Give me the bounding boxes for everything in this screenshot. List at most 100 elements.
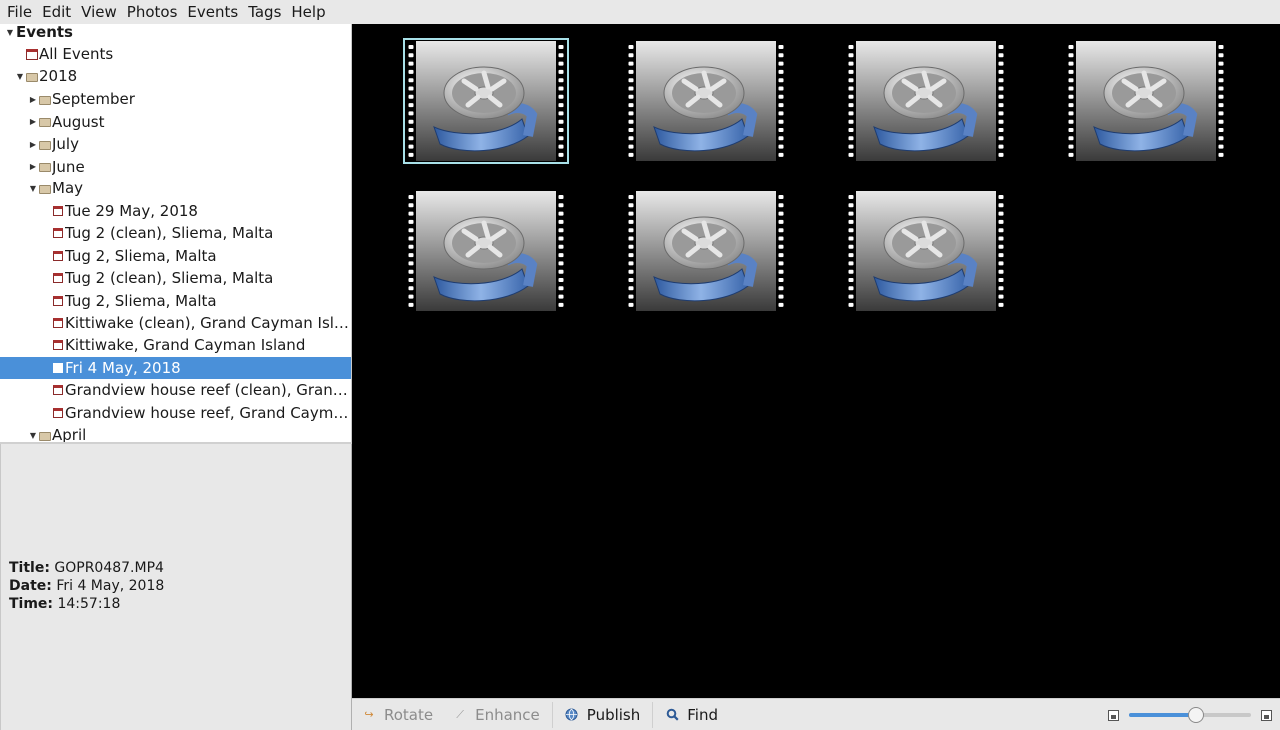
info-time-row: Time: 14:57:18	[9, 595, 120, 613]
info-title-label: Title:	[9, 560, 50, 576]
menu-photos[interactable]: Photos	[122, 1, 183, 23]
video-thumbnail[interactable]	[1064, 39, 1228, 163]
tree-item-label: June	[52, 157, 85, 176]
zoom-control	[1108, 699, 1272, 730]
toolbar-separator	[652, 701, 654, 728]
photo-grid	[352, 24, 1280, 698]
zoom-slider-fill	[1129, 713, 1197, 717]
event-list-item[interactable]: Tug 2 (clean), Sliema, Malta	[0, 222, 351, 244]
event-list-item[interactable]: Kittiwake, Grand Cayman Island	[0, 334, 351, 356]
enhance-label: Enhance	[475, 705, 540, 724]
tree-item-month-august[interactable]: ▶ August	[27, 111, 351, 133]
find-button[interactable]: Find	[655, 700, 728, 730]
info-title-row: Title: GOPR0487.MP4	[9, 559, 164, 577]
expander-right-icon[interactable]: ▶	[27, 93, 39, 105]
info-date-label: Date:	[9, 578, 52, 594]
zoom-slider-handle[interactable]	[1188, 707, 1205, 723]
video-thumbnail[interactable]	[404, 189, 568, 313]
tree-item-month-may[interactable]: ▼ May	[27, 177, 351, 199]
tree-item-year-2018[interactable]: ▼ 2018	[14, 65, 351, 87]
publish-globe-icon	[565, 708, 579, 722]
tree-item-label: 2018	[39, 67, 78, 85]
info-title-value: GOPR0487.MP4	[54, 560, 164, 576]
event-label: Tug 2 (clean), Sliema, Malta	[65, 224, 274, 243]
event-calendar-icon	[53, 295, 63, 306]
event-label: Grandview house reef (clean), Gran…	[65, 381, 348, 400]
expander-down-icon[interactable]: ▼	[27, 429, 39, 441]
video-thumbnail[interactable]	[844, 189, 1008, 313]
folder-icon	[39, 140, 51, 150]
event-list-item[interactable]: Tug 2 (clean), Sliema, Malta	[0, 267, 351, 289]
expander-down-icon[interactable]: ▼	[4, 26, 16, 38]
search-icon	[665, 708, 679, 722]
tree-header-events[interactable]: ▼ Events	[4, 24, 351, 43]
event-label: Tug 2 (clean), Sliema, Malta	[65, 269, 274, 288]
menu-view[interactable]: View	[76, 1, 122, 23]
find-label: Find	[687, 705, 718, 724]
video-thumbnail[interactable]	[624, 39, 788, 163]
toolbar-separator	[551, 701, 553, 728]
tree-item-month-july[interactable]: ▶ July	[27, 133, 351, 155]
bottom-toolbar: ↪ Rotate ⟋ Enhance Publish Find	[352, 698, 1280, 730]
publish-button[interactable]: Publish	[555, 700, 650, 730]
tree-item-all-events[interactable]: All Events	[26, 43, 351, 65]
tree-item-label: May	[52, 179, 84, 197]
enhance-button[interactable]: ⟋ Enhance	[443, 700, 550, 730]
tree-item-label: All Events	[39, 45, 114, 63]
menu-edit[interactable]: Edit	[37, 1, 76, 23]
tree-header-label: Events	[16, 24, 73, 41]
event-calendar-icon	[53, 206, 63, 216]
menu-tags[interactable]: Tags	[243, 1, 286, 23]
event-calendar-icon	[53, 340, 63, 351]
event-calendar-icon	[53, 228, 63, 239]
menu-events[interactable]: Events	[182, 1, 243, 23]
event-calendar-icon	[53, 250, 63, 261]
event-label: Grandview house reef, Grand Caym…	[65, 403, 349, 422]
event-list-item[interactable]: Kittiwake (clean), Grand Cayman Isl…	[0, 312, 351, 334]
tree-item-month-september[interactable]: ▶ September	[27, 88, 351, 110]
video-thumbnail[interactable]	[844, 39, 1008, 163]
tree-item-label: April	[52, 426, 87, 442]
menu-file[interactable]: File	[2, 1, 37, 23]
event-label: Kittiwake (clean), Grand Cayman Isl…	[65, 314, 349, 332]
event-calendar-icon	[53, 273, 63, 284]
event-list-item[interactable]: Fri 4 May, 2018	[0, 356, 351, 379]
tree-item-month-april[interactable]: ▼ April	[27, 424, 351, 442]
event-list-item[interactable]: Tug 2, Sliema, Malta	[0, 245, 351, 267]
menubar: File Edit View Photos Events Tags Help	[0, 0, 1280, 24]
rotate-button[interactable]: ↪ Rotate	[352, 700, 443, 730]
event-label: Tue 29 May, 2018	[65, 202, 198, 220]
folder-icon	[39, 118, 51, 127]
folder-icon	[39, 95, 51, 105]
tree-item-month-june[interactable]: ▶ June	[27, 156, 351, 178]
zoom-out-icon[interactable]	[1108, 709, 1119, 721]
zoom-in-icon[interactable]	[1261, 709, 1272, 721]
tree-item-label: August	[52, 112, 105, 131]
expander-right-icon[interactable]: ▶	[27, 138, 39, 150]
video-thumbnail[interactable]	[403, 38, 569, 164]
folder-icon	[26, 72, 38, 82]
metadata-panel: Title: GOPR0487.MP4 Date: Fri 4 May, 201…	[0, 444, 352, 730]
event-label: Kittiwake, Grand Cayman Island	[65, 336, 306, 355]
expander-right-icon[interactable]: ▶	[27, 161, 39, 173]
event-list-item[interactable]: Grandview house reef (clean), Gran…	[0, 379, 351, 401]
event-list-item[interactable]: Grandview house reef, Grand Caym…	[0, 402, 351, 424]
folder-icon	[39, 431, 51, 441]
expander-down-icon[interactable]: ▼	[14, 70, 26, 82]
event-label: Tug 2, Sliema, Malta	[65, 291, 217, 310]
event-calendar-icon	[53, 362, 63, 373]
info-time-label: Time:	[9, 596, 54, 612]
enhance-wand-icon: ⟋	[456, 707, 464, 721]
event-label: Fri 4 May, 2018	[65, 358, 181, 377]
event-label: Tug 2, Sliema, Malta	[65, 246, 217, 265]
expander-right-icon[interactable]: ▶	[27, 116, 39, 128]
folder-icon	[39, 184, 51, 194]
publish-label: Publish	[586, 705, 641, 724]
event-list-item[interactable]: Tug 2, Sliema, Malta	[0, 290, 351, 312]
expander-down-icon[interactable]: ▼	[27, 182, 39, 194]
event-list-item[interactable]: Tue 29 May, 2018	[0, 200, 351, 222]
event-calendar-icon	[53, 407, 63, 418]
menu-help[interactable]: Help	[286, 1, 330, 23]
video-thumbnail[interactable]	[624, 189, 788, 313]
zoom-slider[interactable]	[1129, 707, 1251, 723]
